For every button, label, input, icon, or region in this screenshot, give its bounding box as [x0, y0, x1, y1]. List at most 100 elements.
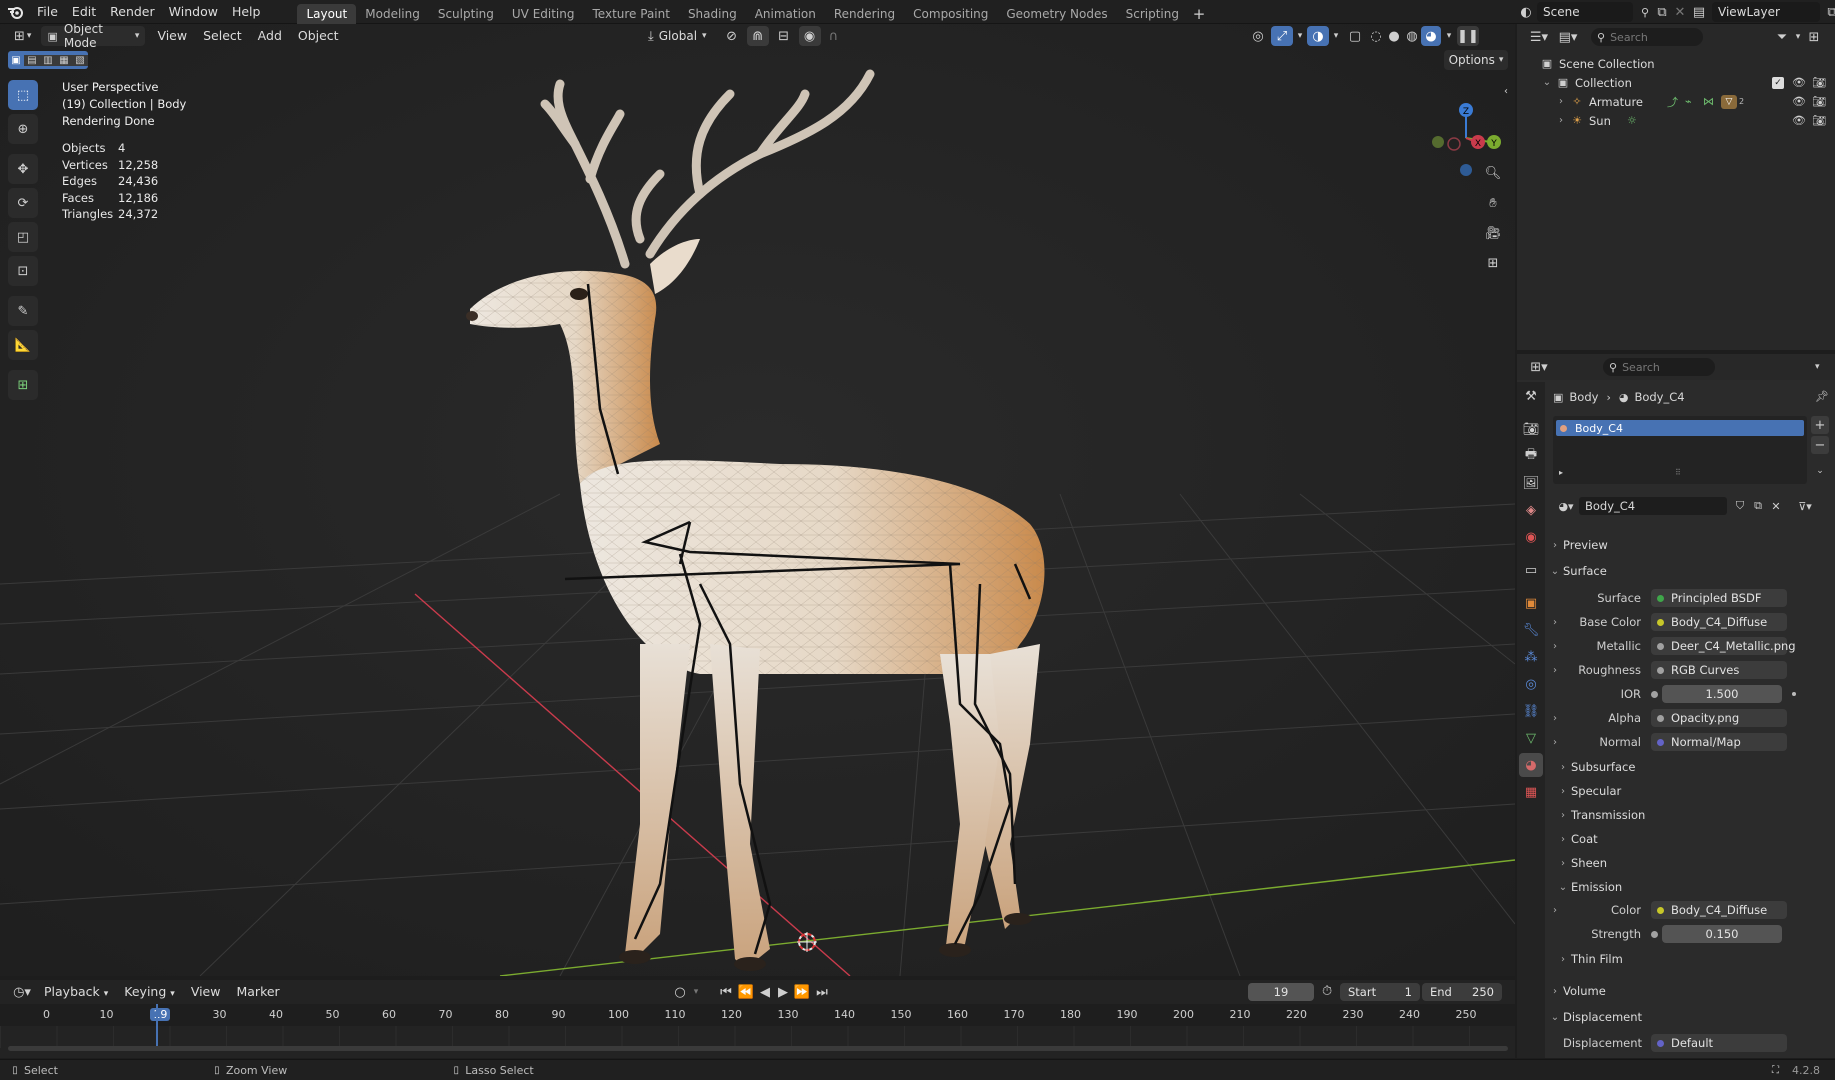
solid-shading-icon[interactable]: ● — [1385, 29, 1403, 44]
select-subtract-icon[interactable]: ▥ — [40, 54, 56, 66]
pin-icon[interactable]: 📌︎ — [1815, 390, 1829, 403]
section-volume[interactable]: › Volume — [1547, 980, 1833, 1002]
properties-search[interactable]: ⚲ Search — [1603, 358, 1715, 376]
chevron-down-icon[interactable]: ⌄ — [1539, 77, 1555, 88]
stopwatch-icon[interactable]: ⏱ — [1322, 984, 1332, 999]
camera-icon[interactable]: 📷︎ — [1812, 114, 1826, 127]
new-collection-icon[interactable]: ⊞ — [1803, 30, 1825, 45]
tab-sculpting[interactable]: Sculpting — [429, 4, 503, 24]
section-thin-film[interactable]: › Thin Film — [1555, 948, 1835, 970]
timeline-menu-marker[interactable]: Marker — [228, 982, 287, 1002]
menu-window[interactable]: Window — [162, 0, 225, 24]
emission-strength-field[interactable]: 0.150 — [1662, 925, 1782, 943]
fake-user-icon[interactable]: ⛉ — [1731, 499, 1749, 513]
timeline-menu-playback[interactable]: Playback ▾ — [36, 982, 116, 1002]
start-frame-field[interactable]: Start 1 — [1340, 983, 1420, 1001]
menu-render[interactable]: Render — [103, 0, 162, 24]
camera-icon[interactable]: 📷︎ — [1812, 95, 1826, 108]
viewport-menu-add[interactable]: Add — [250, 26, 290, 46]
viewport-menu-view[interactable]: View — [149, 26, 195, 46]
options-dropdown[interactable]: Options ▾ — [1444, 50, 1508, 70]
outliner-item-armature[interactable]: › ✧ Armature ⤴ ⌁ ⋈ ▽ 2 👁︎ 📷︎ — [1517, 92, 1835, 111]
section-surface[interactable]: ⌄ Surface — [1547, 560, 1833, 582]
tab-texture-paint[interactable]: Texture Paint — [584, 4, 679, 24]
tab-geometry-nodes[interactable]: Geometry Nodes — [997, 4, 1116, 24]
add-slot-icon[interactable]: + — [1811, 416, 1829, 434]
add-cube-tool[interactable]: ⊞ — [8, 370, 38, 400]
outliner-item-sun[interactable]: › ☀ Sun ☼ 👁︎ 📷︎ — [1517, 111, 1835, 130]
tab-uv-editing[interactable]: UV Editing — [503, 4, 584, 24]
menu-help[interactable]: Help — [225, 0, 268, 24]
outliner-search[interactable]: ⚲ Search — [1591, 28, 1703, 46]
chevron-down-icon[interactable]: ⌄ — [1811, 463, 1829, 479]
timeline-menu-view[interactable]: View — [183, 982, 229, 1002]
select-mode-buttons[interactable]: ▣ ▤ ▥ ▦ ▧ — [8, 51, 88, 69]
tab-data[interactable]: ▽ — [1519, 726, 1543, 750]
falloff-icon[interactable]: ∩ — [821, 29, 847, 44]
visibility-icon[interactable]: ◎ — [1245, 29, 1271, 44]
chevron-down-icon[interactable]: ▾ — [690, 987, 702, 997]
annotate-tool[interactable]: ✎ — [8, 296, 38, 326]
camera-icon[interactable]: 📷︎ — [1812, 76, 1826, 89]
scene-icon[interactable]: ◐ — [1515, 5, 1537, 20]
outliner-collection[interactable]: ⌄ ▣ Collection ✓ 👁︎ 📷︎ — [1517, 73, 1835, 92]
roughness-field[interactable]: RGB Curves — [1651, 661, 1787, 679]
timeline-scrollbar[interactable] — [8, 1046, 1508, 1051]
section-preview[interactable]: › Preview — [1547, 534, 1833, 556]
section-subsurface[interactable]: › Subsurface — [1555, 756, 1835, 778]
tab-material[interactable]: ◕ — [1519, 753, 1543, 777]
tab-modeling[interactable]: Modeling — [356, 4, 429, 24]
next-keyframe-icon[interactable]: ⏩ — [792, 985, 812, 1000]
tab-shading[interactable]: Shading — [679, 4, 746, 24]
alpha-field[interactable]: Opacity.png — [1651, 709, 1787, 727]
timeline-ruler[interactable]: 0 10 19 30 40 50 60 70 80 90 100 110 120 130 140 150 160… — [0, 1004, 1515, 1026]
new-scene-icon[interactable]: ⧉ — [1653, 5, 1671, 20]
menu-file[interactable]: File — [30, 0, 65, 24]
tab-output[interactable]: 🖶 — [1519, 444, 1543, 468]
rendered-shading-icon[interactable]: ◕ — [1421, 26, 1441, 46]
transform-orientation-dropdown[interactable]: ⤓ Global ▾ — [642, 26, 713, 46]
display-mode-icon[interactable]: ▤▾ — [1553, 30, 1583, 45]
chevron-down-icon[interactable]: ▾ — [1815, 362, 1820, 372]
tab-world[interactable]: ◉ — [1519, 525, 1543, 549]
tab-animation[interactable]: Animation — [746, 4, 825, 24]
cursor-tool[interactable]: ⊕ — [8, 114, 38, 144]
material-shading-icon[interactable]: ◍ — [1403, 29, 1421, 44]
base-color-field[interactable]: Body_C4_Diffuse — [1651, 613, 1787, 631]
view-layer-field[interactable]: ViewLayer — [1712, 2, 1820, 22]
ior-field[interactable]: 1.500 — [1662, 685, 1782, 703]
scene-name-field[interactable]: Scene — [1537, 2, 1633, 22]
chevron-right-icon[interactable]: › — [1547, 617, 1563, 628]
tab-tool[interactable]: ⚒ — [1519, 384, 1543, 408]
overlay-toggle-icon[interactable]: ◑ — [1307, 26, 1329, 46]
select-box-tool[interactable]: ⬚ — [8, 80, 38, 110]
chevron-down-icon[interactable]: ▾ — [1441, 31, 1457, 41]
pivot-icon[interactable]: ⊘ — [717, 29, 747, 44]
end-frame-field[interactable]: End 250 — [1422, 983, 1502, 1001]
section-emission[interactable]: ⌄ Emission — [1555, 876, 1835, 898]
pin-icon[interactable]: ⚲ — [1637, 6, 1653, 19]
sun-data-icon[interactable]: ☼ — [1627, 114, 1637, 127]
eye-icon[interactable]: 👁︎ — [1792, 114, 1806, 127]
mesh-badge-icon[interactable]: ▽ — [1721, 94, 1737, 109]
move-tool[interactable]: ✥ — [8, 154, 38, 184]
expand-list-icon[interactable]: ▸ — [1559, 468, 1563, 477]
timeline-editor-icon[interactable]: ◷▾ — [8, 985, 36, 1000]
play-reverse-icon[interactable]: ◀ — [756, 985, 774, 1000]
tab-rendering[interactable]: Rendering — [825, 4, 904, 24]
jump-start-icon[interactable]: ⏮ — [716, 985, 736, 1000]
tab-physics[interactable]: ◎ — [1519, 672, 1543, 696]
section-coat[interactable]: › Coat — [1555, 828, 1835, 850]
timeline-track-area[interactable] — [0, 1026, 1515, 1048]
displacement-field[interactable]: Default — [1651, 1034, 1787, 1052]
playhead-line[interactable] — [156, 1004, 158, 1048]
viewport-menu-select[interactable]: Select — [195, 26, 250, 46]
scale-tool[interactable]: ◰ — [8, 222, 38, 252]
filter-icon[interactable]: ⏷ — [1771, 30, 1793, 45]
ortho-toggle-button[interactable]: ⊞ — [1480, 250, 1506, 276]
select-extend-icon[interactable]: ▤ — [24, 54, 40, 66]
menu-edit[interactable]: Edit — [65, 0, 103, 24]
chevron-right-icon[interactable]: › — [1547, 737, 1563, 748]
tab-modifiers[interactable]: 🔧︎ — [1519, 618, 1543, 642]
metallic-field[interactable]: Deer_C4_Metallic.png — [1651, 637, 1796, 655]
